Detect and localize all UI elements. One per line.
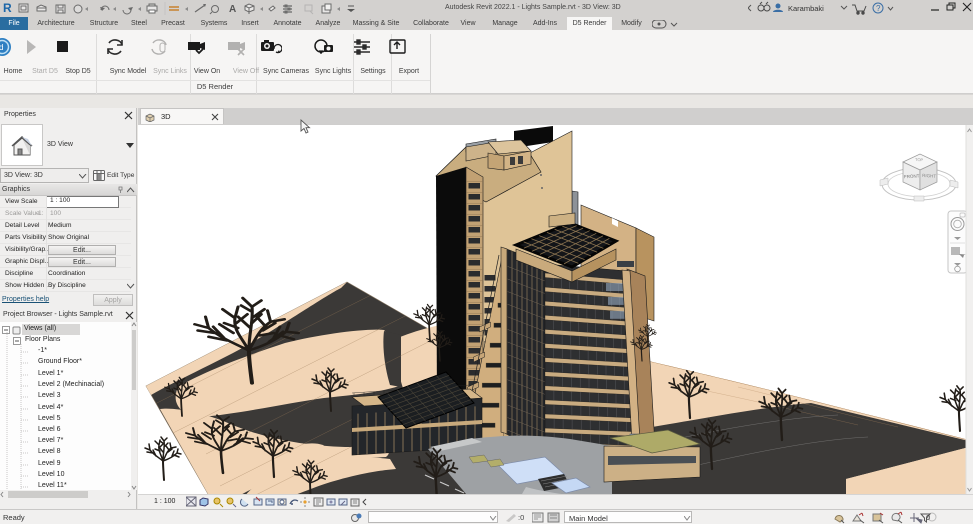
svg-text:d: d [0,43,3,52]
svg-text:?: ? [876,4,881,13]
svg-text:A: A [229,4,236,15]
svg-text:TOP: TOP [915,157,924,162]
svg-text:FRONT: FRONT [904,173,920,179]
svg-text:RIGHT: RIGHT [922,173,937,179]
svg-text:Karambaki: Karambaki [788,4,824,13]
